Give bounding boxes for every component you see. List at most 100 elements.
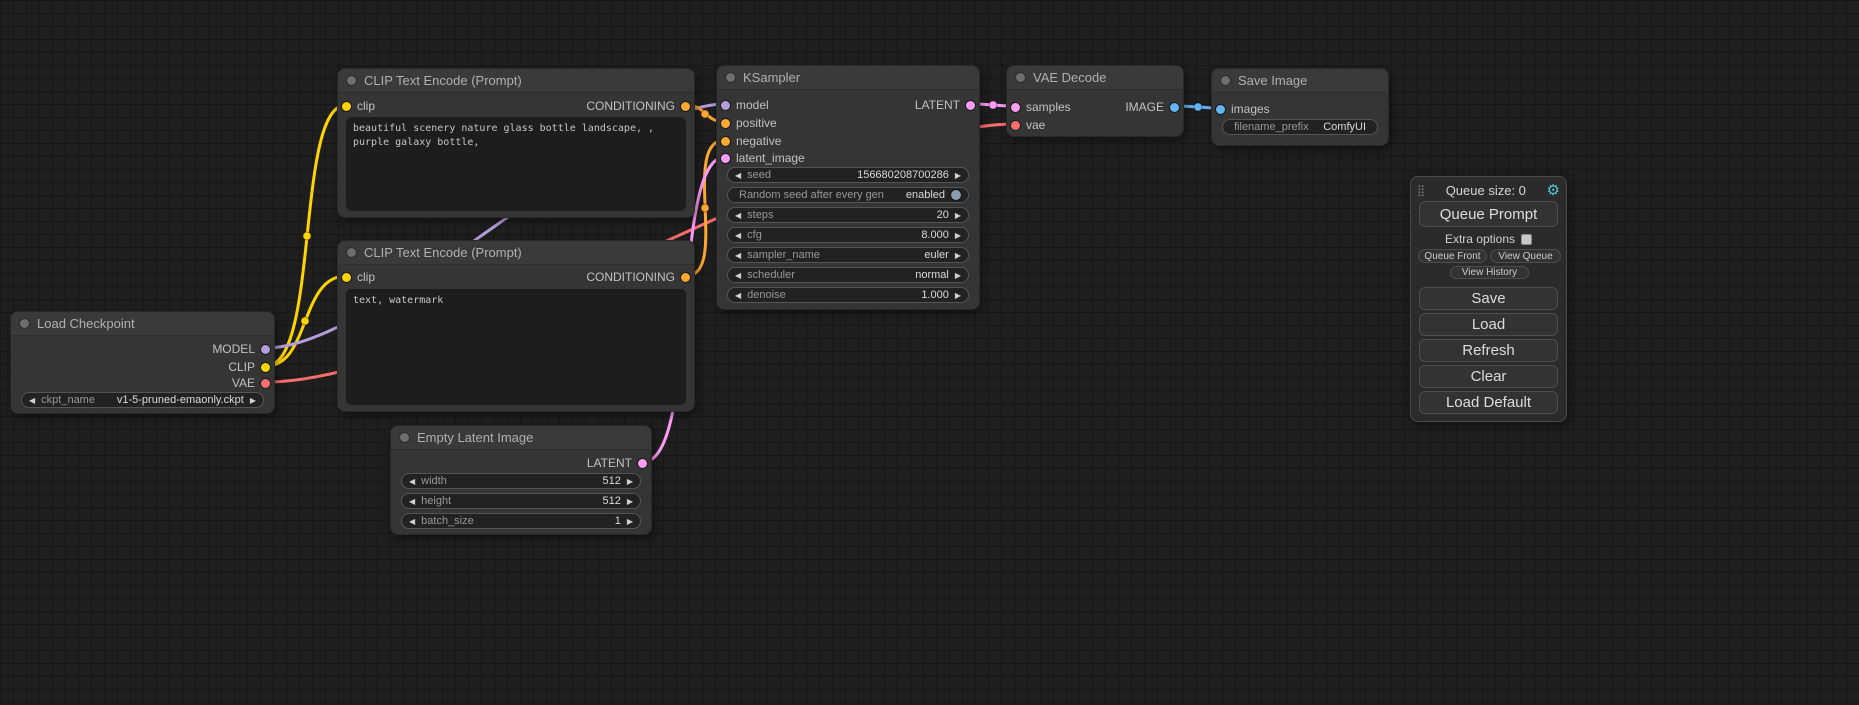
arrow-right-icon[interactable]: ▶ [627, 477, 633, 486]
positive-prompt-textarea[interactable]: beautiful scenery nature glass bottle la… [346, 117, 686, 211]
input-port-latent-image[interactable]: latent_image [721, 151, 805, 165]
input-port-negative[interactable]: negative [721, 134, 781, 148]
latent-port-dot[interactable] [721, 154, 730, 163]
conditioning-port-dot[interactable] [681, 273, 690, 282]
save-button[interactable]: Save [1419, 287, 1558, 310]
input-port-model[interactable]: model [721, 98, 769, 112]
latent-port-dot[interactable] [1011, 103, 1020, 112]
node-graph-canvas[interactable]: Load Checkpoint MODEL CLIP VAE ◀ ckpt_na… [0, 0, 1859, 705]
arrow-left-icon[interactable]: ◀ [409, 477, 415, 486]
arrow-right-icon[interactable]: ▶ [955, 171, 961, 180]
latent-port-dot[interactable] [638, 459, 647, 468]
view-history-button[interactable]: View History [1450, 266, 1529, 279]
input-port-positive[interactable]: positive [721, 116, 777, 130]
conditioning-port-dot[interactable] [721, 137, 730, 146]
node-titlebar[interactable]: Save Image [1212, 69, 1388, 93]
collapse-dot-icon[interactable] [20, 319, 29, 328]
input-port-clip[interactable]: clip [342, 270, 375, 284]
node-titlebar[interactable]: VAE Decode [1007, 66, 1183, 90]
steps-widget[interactable]: ◀ steps 20 ▶ [727, 207, 969, 223]
denoise-widget[interactable]: ◀ denoise 1.000 ▶ [727, 287, 969, 303]
latent-port-dot[interactable] [966, 101, 975, 110]
arrow-right-icon[interactable]: ▶ [627, 497, 633, 506]
collapse-dot-icon[interactable] [726, 73, 735, 82]
node-clip-text-encode-negative[interactable]: CLIP Text Encode (Prompt) clip CONDITION… [337, 240, 695, 412]
clip-port-dot[interactable] [342, 102, 351, 111]
collapse-dot-icon[interactable] [1221, 76, 1230, 85]
image-port-dot[interactable] [1170, 103, 1179, 112]
arrow-left-icon[interactable]: ◀ [735, 171, 741, 180]
node-empty-latent-image[interactable]: Empty Latent Image LATENT ◀ width 512 ▶ … [390, 425, 652, 535]
clip-port-dot[interactable] [342, 273, 351, 282]
arrow-right-icon[interactable]: ▶ [955, 211, 961, 220]
arrow-left-icon[interactable]: ◀ [735, 271, 741, 280]
arrow-right-icon[interactable]: ▶ [955, 251, 961, 260]
node-load-checkpoint[interactable]: Load Checkpoint MODEL CLIP VAE ◀ ckpt_na… [10, 311, 275, 414]
output-port-image[interactable]: IMAGE [1125, 100, 1179, 114]
load-button[interactable]: Load [1419, 313, 1558, 336]
ckpt-name-widget[interactable]: ◀ ckpt_name v1-5-pruned-emaonly.ckpt ▶ [21, 392, 264, 408]
output-port-clip[interactable]: CLIP [228, 360, 270, 374]
queue-prompt-button[interactable]: Queue Prompt [1419, 201, 1558, 227]
node-ksampler[interactable]: KSampler model positive negative latent_… [716, 65, 980, 310]
node-vae-decode[interactable]: VAE Decode samples vae IMAGE [1006, 65, 1184, 137]
floating-menu[interactable]: ⣿ Queue size: 0 ⚙ Queue Prompt Extra opt… [1410, 176, 1567, 422]
toggle-knob[interactable] [951, 190, 961, 200]
arrow-left-icon[interactable]: ◀ [735, 231, 741, 240]
input-port-clip[interactable]: clip [342, 99, 375, 113]
collapse-dot-icon[interactable] [400, 433, 409, 442]
arrow-right-icon[interactable]: ▶ [627, 517, 633, 526]
output-port-latent[interactable]: LATENT [915, 98, 975, 112]
collapse-dot-icon[interactable] [1016, 73, 1025, 82]
arrow-left-icon[interactable]: ◀ [29, 396, 35, 405]
arrow-left-icon[interactable]: ◀ [735, 211, 741, 220]
output-port-conditioning[interactable]: CONDITIONING [586, 99, 690, 113]
node-titlebar[interactable]: KSampler [717, 66, 979, 90]
node-titlebar[interactable]: CLIP Text Encode (Prompt) [338, 69, 694, 93]
arrow-left-icon[interactable]: ◀ [409, 517, 415, 526]
vae-port-dot[interactable] [261, 379, 270, 388]
arrow-right-icon[interactable]: ▶ [955, 231, 961, 240]
node-titlebar[interactable]: CLIP Text Encode (Prompt) [338, 241, 694, 265]
refresh-button[interactable]: Refresh [1419, 339, 1558, 362]
queue-front-button[interactable]: Queue Front [1418, 249, 1487, 263]
drag-handle-icon[interactable]: ⣿ [1417, 184, 1425, 197]
image-port-dot[interactable] [1216, 105, 1225, 114]
width-widget[interactable]: ◀ width 512 ▶ [401, 473, 641, 489]
node-titlebar[interactable]: Load Checkpoint [11, 312, 274, 336]
arrow-left-icon[interactable]: ◀ [735, 251, 741, 260]
view-queue-button[interactable]: View Queue [1490, 249, 1561, 263]
output-port-latent[interactable]: LATENT [587, 456, 647, 470]
input-port-samples[interactable]: samples [1011, 100, 1071, 114]
random-seed-toggle-widget[interactable]: Random seed after every gen enabled [727, 187, 969, 203]
node-clip-text-encode-positive[interactable]: CLIP Text Encode (Prompt) clip CONDITION… [337, 68, 695, 218]
input-port-images[interactable]: images [1216, 102, 1270, 116]
arrow-right-icon[interactable]: ▶ [250, 396, 256, 405]
vae-port-dot[interactable] [1011, 121, 1020, 130]
output-port-conditioning[interactable]: CONDITIONING [586, 270, 690, 284]
scheduler-widget[interactable]: ◀ scheduler normal ▶ [727, 267, 969, 283]
arrow-left-icon[interactable]: ◀ [735, 291, 741, 300]
filename-prefix-widget[interactable]: filename_prefix ComfyUI [1222, 119, 1378, 135]
node-save-image[interactable]: Save Image images filename_prefix ComfyU… [1211, 68, 1389, 146]
output-port-vae[interactable]: VAE [232, 376, 270, 390]
arrow-left-icon[interactable]: ◀ [409, 497, 415, 506]
extra-options-checkbox[interactable] [1521, 234, 1532, 245]
arrow-right-icon[interactable]: ▶ [955, 291, 961, 300]
output-port-model[interactable]: MODEL [212, 342, 270, 356]
seed-widget[interactable]: ◀ seed 156680208700286 ▶ [727, 167, 969, 183]
clear-button[interactable]: Clear [1419, 365, 1558, 388]
arrow-right-icon[interactable]: ▶ [955, 271, 961, 280]
model-port-dot[interactable] [261, 345, 270, 354]
model-port-dot[interactable] [721, 101, 730, 110]
sampler-name-widget[interactable]: ◀ sampler_name euler ▶ [727, 247, 969, 263]
negative-prompt-textarea[interactable]: text, watermark [346, 289, 686, 405]
conditioning-port-dot[interactable] [721, 119, 730, 128]
cfg-widget[interactable]: ◀ cfg 8.000 ▶ [727, 227, 969, 243]
settings-gear-icon[interactable]: ⚙ [1547, 183, 1560, 198]
node-titlebar[interactable]: Empty Latent Image [391, 426, 651, 450]
batch-size-widget[interactable]: ◀ batch_size 1 ▶ [401, 513, 641, 529]
clip-port-dot[interactable] [261, 363, 270, 372]
input-port-vae[interactable]: vae [1011, 118, 1045, 132]
load-default-button[interactable]: Load Default [1419, 391, 1558, 414]
